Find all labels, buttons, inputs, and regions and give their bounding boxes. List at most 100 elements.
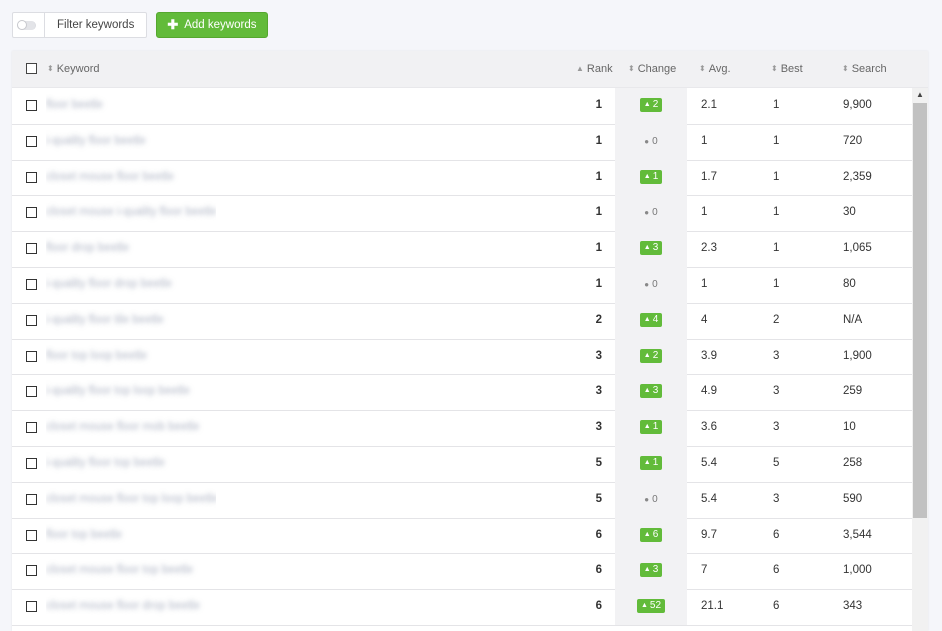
search-cell: 1,065 — [843, 242, 872, 255]
keyword-cell[interactable]: i-quality floor top beetle — [46, 446, 216, 482]
row-checkbox[interactable] — [26, 422, 37, 434]
table-row[interactable]: i-quality floor beetle 1 ● 0 1 1 720 — [12, 123, 912, 161]
change-value: 3 — [652, 242, 659, 254]
table-row[interactable]: closet mouse floor top loop beetle 5 ● 0 5.4… — [12, 481, 912, 519]
row-checkbox[interactable] — [26, 279, 37, 290]
avg-cell: 2.1 — [701, 99, 717, 111]
avg-cell: 21.1 — [701, 600, 724, 613]
best-cell: 3 — [773, 385, 780, 398]
vertical-scrollbar[interactable]: ▲ — [912, 88, 928, 631]
sort-icon: ⬍ — [842, 64, 849, 73]
table-row[interactable]: closet mouse floor drop beetle 6 ▲ 52 21.1 6 3… — [12, 589, 912, 626]
toggle-switch-icon[interactable] — [17, 19, 36, 30]
search-cell: 1,000 — [843, 564, 872, 577]
sort-icon: ⬍ — [699, 64, 706, 73]
row-checkbox[interactable] — [26, 458, 37, 469]
row-checkbox[interactable] — [26, 100, 37, 111]
best-cell: 3 — [773, 349, 780, 362]
row-checkbox[interactable] — [26, 314, 37, 326]
keyword-cell[interactable]: i-quality floor drop beetle — [46, 267, 216, 303]
rank-cell: 2 — [595, 313, 602, 326]
keyword-cell[interactable]: i-quality floor top loop beetle — [46, 374, 216, 410]
column-header-avg[interactable]: ⬍ Avg. — [699, 51, 731, 87]
table-row[interactable]: closet mouse floor beetle 1 ▲ 1 1.7 1 2,359 — [12, 159, 912, 197]
keyword-cell[interactable]: i-quality floor beetle — [46, 124, 216, 160]
row-checkbox[interactable] — [26, 529, 37, 541]
keyword-cell[interactable]: floor beetle — [46, 88, 216, 124]
change-value: 0 — [652, 207, 658, 219]
table-row[interactable]: floor top loop beetle 3 ▲ 2 3.9 3 1,900 — [12, 338, 912, 376]
plus-icon: ✚ — [167, 17, 179, 32]
change-value: 2 — [652, 349, 659, 361]
table-row[interactable]: floor beetle 1 ▲ 2 2.1 1 9,900 — [12, 88, 912, 125]
row-checkbox[interactable] — [26, 601, 37, 613]
search-cell: 258 — [843, 457, 863, 469]
table-row[interactable]: i-quality floor drop beetle 1 ● 0 1 1 80 — [12, 267, 912, 304]
keyword-cell[interactable]: closet mouse floor drop beetle — [46, 589, 216, 625]
change-cell: ▲ 2 — [615, 88, 687, 124]
table-row[interactable]: i-quality floor top beetle 5 ▲ 1 5.4 5 258 — [12, 446, 912, 483]
table-row[interactable]: closet mouse floor top beetle 6 ▲ 3 7 6 1,000 — [12, 553, 912, 591]
row-checkbox[interactable] — [26, 386, 37, 398]
keyword-cell[interactable]: closet mouse floor top beetle — [46, 553, 216, 589]
change-value: 6 — [652, 528, 659, 540]
best-cell: 5 — [773, 457, 780, 469]
column-header-change[interactable]: ⬍ Change — [628, 51, 676, 87]
row-checkbox[interactable] — [26, 171, 37, 183]
row-checkbox[interactable] — [26, 350, 37, 362]
rank-cell: 1 — [595, 99, 602, 111]
avg-cell: 1 — [701, 134, 708, 147]
keyword-cell[interactable]: floor top loop beetle — [46, 339, 216, 375]
change-up-badge: ▲ 3 — [639, 384, 663, 399]
best-cell: 6 — [773, 600, 780, 613]
change-up-badge: ▲ 52 — [636, 599, 666, 614]
filter-keywords-toggle[interactable]: Filter keywords — [12, 12, 148, 38]
arrow-up-icon: ▲ — [643, 423, 651, 431]
select-all-checkbox[interactable] — [26, 63, 37, 74]
change-none: ● 0 — [644, 279, 657, 290]
column-header-rank[interactable]: ▲ Rank — [576, 51, 613, 87]
keyword-cell[interactable]: floor top beetle — [46, 518, 216, 554]
keyword-cell[interactable]: closet mouse i-quality floor beetle — [46, 195, 216, 231]
row-checkbox[interactable] — [26, 493, 37, 505]
row-checkbox[interactable] — [26, 565, 37, 577]
table-row[interactable]: i-quality floor tile beetle 2 ▲ 4 4 2 N/A — [12, 302, 912, 340]
change-value: 4 — [652, 313, 659, 325]
keyword-cell[interactable]: closet mouse floor beetle — [46, 160, 216, 196]
keyword-cell[interactable]: i-quality floor tile beetle — [46, 303, 216, 339]
scroll-up-arrow-icon[interactable]: ▲ — [912, 88, 928, 102]
change-up-badge: ▲ 1 — [639, 455, 663, 470]
change-none: ● 0 — [644, 494, 657, 505]
table-row[interactable]: floor top beetle 6 ▲ 6 9.7 6 3,544 — [12, 517, 912, 555]
add-keywords-button[interactable]: ✚ Add keywords — [156, 12, 269, 38]
column-header-search[interactable]: ⬍ Search — [842, 51, 887, 87]
change-value: 2 — [652, 98, 659, 110]
column-header-best[interactable]: ⬍ Best — [771, 51, 803, 87]
table-row[interactable]: i-quality floor top loop beetle 3 ▲ 3 4.9 3 25… — [12, 374, 912, 412]
best-cell: 1 — [773, 99, 780, 111]
change-up-badge: ▲ 3 — [639, 241, 663, 256]
table-row[interactable]: floor drop beetle 1 ▲ 3 2.3 1 1,065 — [12, 231, 912, 268]
avg-cell: 1 — [701, 278, 708, 290]
keyword-cell[interactable]: floor drop beetle — [46, 231, 216, 267]
avg-cell: 4.9 — [701, 385, 717, 398]
keyword-cell[interactable]: closet mouse floor top loop beetle — [46, 482, 216, 518]
change-cell: ▲ 52 — [615, 589, 687, 625]
row-checkbox[interactable] — [26, 243, 37, 255]
row-checkbox[interactable] — [26, 135, 37, 147]
rank-cell: 3 — [595, 421, 602, 434]
search-cell: 2,359 — [843, 170, 872, 183]
toolbar: Filter keywords ✚ Add keywords — [12, 12, 269, 38]
rank-cell: 6 — [595, 528, 602, 541]
rank-cell: 3 — [595, 385, 602, 398]
table-row[interactable]: closet mouse floor mob beetle 3 ▲ 1 3.6 3 10 — [12, 410, 912, 447]
column-header-keyword[interactable]: ⬍ Keyword — [47, 51, 100, 87]
avg-cell: 3.6 — [701, 421, 717, 434]
keyword-cell[interactable]: closet mouse floor mob beetle — [46, 410, 216, 446]
row-checkbox[interactable] — [26, 207, 37, 219]
sort-asc-icon: ▲ — [576, 64, 584, 73]
table-row[interactable]: closet mouse i-quality floor beetle 1 ● 0 1 1… — [12, 195, 912, 233]
arrow-up-icon: ▲ — [643, 530, 651, 538]
arrow-up-icon: ▲ — [643, 458, 651, 466]
scrollbar-thumb[interactable] — [913, 103, 927, 518]
